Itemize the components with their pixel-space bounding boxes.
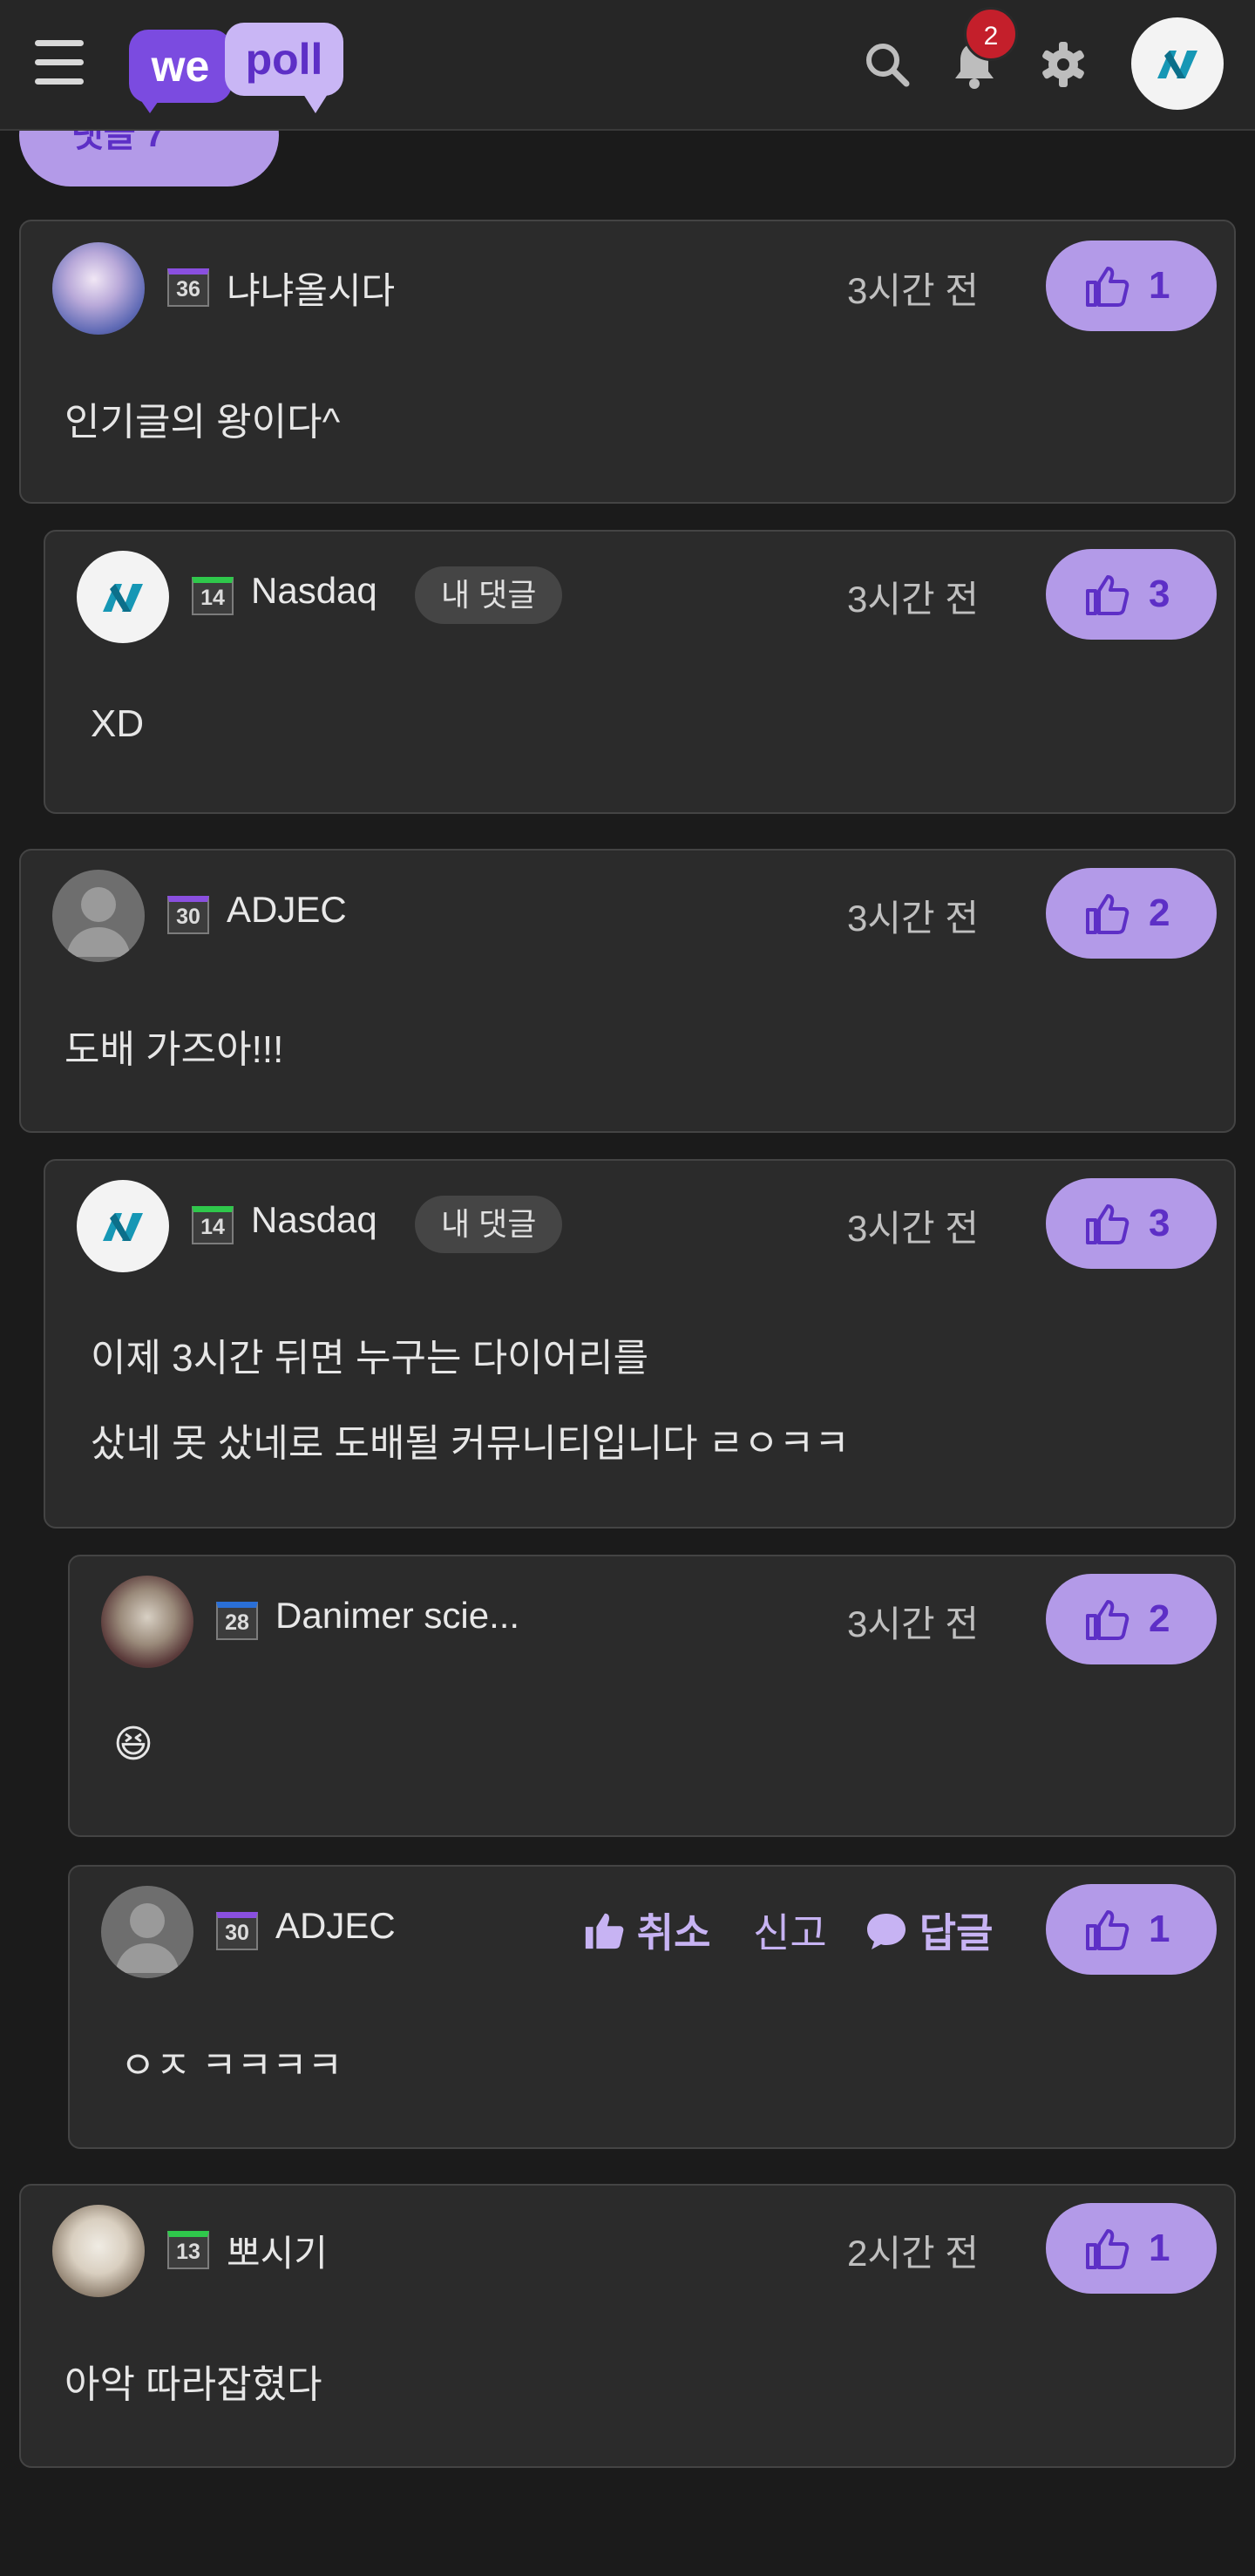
level-badge: 30 bbox=[167, 896, 209, 934]
level-badge: 36 bbox=[167, 268, 209, 307]
my-comment-badge: 내 댓글 bbox=[415, 1196, 563, 1253]
menu-icon[interactable] bbox=[35, 40, 84, 85]
nasdaq-logo-icon bbox=[103, 1213, 143, 1241]
like-button[interactable]: 2 bbox=[1046, 868, 1217, 959]
like-button[interactable]: 1 bbox=[1046, 1884, 1217, 1975]
gear-icon[interactable] bbox=[1037, 38, 1089, 91]
like-count: 3 bbox=[1149, 573, 1170, 615]
like-button[interactable]: 3 bbox=[1046, 549, 1217, 640]
speech-bubble-icon bbox=[867, 1914, 906, 1949]
level-badge: 30 bbox=[216, 1912, 258, 1950]
thumbs-up-icon bbox=[1086, 1600, 1130, 1640]
like-count: 1 bbox=[1149, 1908, 1170, 1950]
my-comment-badge: 내 댓글 bbox=[415, 566, 563, 624]
username[interactable]: 냐냐올시다 bbox=[227, 261, 395, 315]
profile-avatar[interactable] bbox=[1131, 17, 1224, 110]
thumbs-up-icon bbox=[1086, 1204, 1130, 1244]
avatar[interactable] bbox=[101, 1576, 193, 1668]
timestamp: 3시간 전 bbox=[847, 579, 979, 620]
default-user-icon bbox=[66, 887, 131, 957]
username[interactable]: Nasdaq bbox=[251, 1199, 377, 1241]
comment-text: 😆 bbox=[113, 1723, 153, 1766]
thumbs-up-icon bbox=[1086, 267, 1130, 307]
reply-card: 14 Nasdaq 내 댓글 3시간 전 3 XD bbox=[44, 530, 1236, 814]
timestamp: 2시간 전 bbox=[847, 2233, 979, 2274]
thumbs-up-icon bbox=[1086, 2229, 1130, 2269]
search-icon[interactable] bbox=[861, 38, 913, 91]
nasdaq-logo-icon bbox=[103, 584, 143, 612]
top-header: we poll 2 bbox=[0, 0, 1255, 131]
comment-card: 36 냐냐올시다 3시간 전 1 인기글의 왕이다^ bbox=[19, 220, 1236, 504]
comment-text: XD bbox=[91, 702, 145, 745]
timestamp: 3시간 전 bbox=[847, 1603, 979, 1644]
nasdaq-logo-icon bbox=[1157, 51, 1197, 78]
reply-button[interactable]: 답글 bbox=[865, 1901, 993, 1959]
timestamp: 3시간 전 bbox=[847, 1208, 979, 1249]
comment-text: ㅇㅈ ㅋㅋㅋㅋ bbox=[120, 2044, 343, 2087]
avatar[interactable] bbox=[52, 870, 145, 962]
avatar[interactable] bbox=[77, 551, 169, 643]
comment-text: 도배 가즈아!!! bbox=[64, 1028, 284, 1071]
comment-card: 13 뽀시기 2시간 전 1 아악 따라잡혔다 bbox=[19, 2184, 1236, 2468]
like-button[interactable]: 2 bbox=[1046, 1574, 1217, 1664]
username[interactable]: Nasdaq bbox=[251, 570, 377, 612]
like-count: 1 bbox=[1149, 264, 1170, 307]
thumbs-up-icon bbox=[1086, 894, 1130, 934]
like-button[interactable]: 3 bbox=[1046, 1178, 1217, 1269]
like-count: 2 bbox=[1149, 891, 1170, 934]
level-badge: 28 bbox=[216, 1602, 258, 1640]
reply-card: 28 Danimer scie... 3시간 전 2 😆 bbox=[68, 1555, 1236, 1837]
default-user-icon bbox=[115, 1903, 180, 1973]
like-count: 1 bbox=[1149, 2227, 1170, 2269]
cancel-like-button[interactable]: 취소 bbox=[582, 1901, 710, 1959]
thumbs-up-icon bbox=[1086, 1910, 1130, 1950]
like-count: 2 bbox=[1149, 1597, 1170, 1640]
timestamp: 3시간 전 bbox=[847, 898, 979, 939]
comment-text-line-1: 이제 3시간 뒤면 누구는 다이어리를 bbox=[91, 1337, 649, 1380]
thumbs-up-icon bbox=[1086, 575, 1130, 615]
like-button[interactable]: 1 bbox=[1046, 241, 1217, 331]
level-badge: 13 bbox=[167, 2231, 209, 2269]
username[interactable]: ADJEC bbox=[275, 1905, 396, 1947]
comment-text: 아악 따라잡혔다 bbox=[64, 2363, 322, 2406]
like-count: 3 bbox=[1149, 1202, 1170, 1244]
reply-card: 30 ADJEC 취소 신고 답글 1 ㅇㅈ ㅋㅋㅋㅋ bbox=[68, 1865, 1236, 2149]
avatar[interactable] bbox=[101, 1886, 193, 1978]
username[interactable]: 뽀시기 bbox=[227, 2224, 328, 2277]
like-button[interactable]: 1 bbox=[1046, 2203, 1217, 2294]
level-badge: 14 bbox=[192, 1206, 234, 1244]
comment-text: 인기글의 왕이다^ bbox=[64, 401, 341, 444]
username[interactable]: Danimer scie... bbox=[275, 1595, 519, 1637]
avatar[interactable] bbox=[77, 1180, 169, 1272]
comment-text-line-2: 샀네 못 샀네로 도배될 커뮤니티입니다 ㄹㅇㅋㅋ bbox=[91, 1422, 850, 1465]
notification-badge: 2 bbox=[964, 7, 1018, 61]
comment-card: 30 ADJEC 3시간 전 2 도배 가즈아!!! bbox=[19, 849, 1236, 1133]
reply-card: 14 Nasdaq 내 댓글 3시간 전 3 이제 3시간 뒤면 누구는 다이어… bbox=[44, 1159, 1236, 1529]
level-badge: 14 bbox=[192, 577, 234, 615]
report-button[interactable]: 신고 bbox=[753, 1901, 827, 1959]
timestamp: 3시간 전 bbox=[847, 270, 979, 311]
thumbs-up-filled-icon bbox=[585, 1913, 624, 1949]
avatar[interactable] bbox=[52, 2205, 145, 2297]
avatar[interactable] bbox=[52, 242, 145, 335]
wepoll-logo[interactable]: we poll bbox=[129, 21, 347, 115]
username[interactable]: ADJEC bbox=[227, 889, 347, 931]
